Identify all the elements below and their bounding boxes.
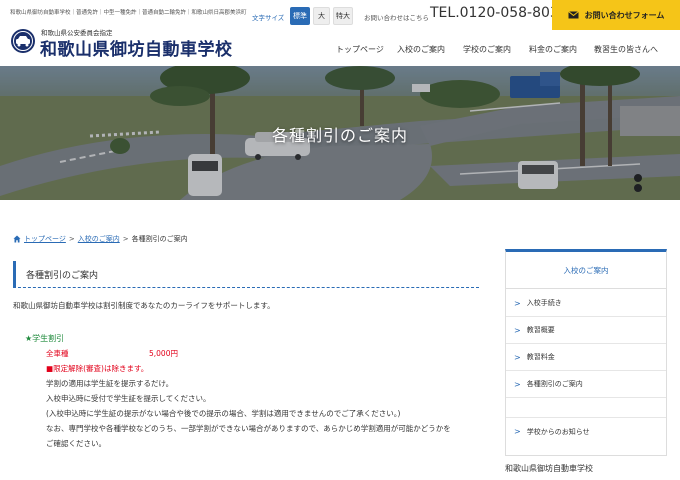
header-tagline: 和歌山県御坊自動車学校｜普通免許｜中型一種免許｜普通自動二輪免許｜和歌山県日高郡… <box>10 10 247 16</box>
sidebar-title[interactable]: 入校のご案内 <box>505 252 667 289</box>
font-size-xlarge-button[interactable]: 特大 <box>333 7 353 25</box>
discount-detail-line: ご確認ください。 <box>46 439 106 448</box>
discount-vehicle-type: 全車種 <box>46 349 69 358</box>
nav-school[interactable]: 学校のご案内 <box>463 44 511 55</box>
page-heading: 各種割引のご案内 <box>13 261 479 287</box>
nav-fee[interactable]: 料金のご案内 <box>529 44 577 55</box>
chevron-right-icon: > <box>514 427 521 436</box>
font-size-label: 文字サイズ <box>252 14 285 22</box>
logo-title[interactable]: 和歌山県御坊自動車学校 <box>40 35 233 60</box>
nav-top[interactable]: トップページ <box>336 44 384 55</box>
sidebar-item-enrollment[interactable]: > 入校手続き <box>506 290 666 317</box>
chevron-right-icon: > <box>514 352 521 362</box>
breadcrumb-admission-link[interactable]: 入校のご案内 <box>78 234 120 244</box>
discount-detail-line: 入校申込時に受付で学生証を提示してください。 <box>46 394 211 403</box>
discount-detail-line: 学割の適用は学生証を提示するだけ。 <box>46 379 174 388</box>
sidebar-item-label: 教習概要 <box>526 326 555 334</box>
heading-divider <box>13 287 479 288</box>
sidebar-item-news[interactable]: > 学校からのお知らせ <box>506 418 666 445</box>
discount-detail-line: (入校申込時に学生証の提示がない場合や後での提示の場合、学割は適用できませんので… <box>46 409 401 418</box>
sidebar-item-label: 入校手続き <box>526 299 562 307</box>
chevron-right-icon: > <box>514 298 521 308</box>
nav-admission[interactable]: 入校のご案内 <box>397 44 445 55</box>
sidebar-item-label: 各種割引のご案内 <box>526 380 583 388</box>
school-logo-icon[interactable] <box>10 28 36 54</box>
breadcrumb: トップページ > 入校のご案内 > 各種割引のご案内 <box>13 234 188 244</box>
sidebar-item-label: 教習料金 <box>526 353 555 361</box>
contact-form-label: お問い合わせフォーム <box>584 10 665 20</box>
phone-number[interactable]: TEL.0120-058-803 <box>430 5 559 21</box>
sidebar-item-course-fees[interactable]: > 教習料金 <box>506 344 666 371</box>
chevron-right-icon: > <box>514 325 521 335</box>
font-size-large-button[interactable]: 大 <box>313 7 330 25</box>
breadcrumb-home-link[interactable]: トップページ <box>24 234 66 244</box>
chevron-right-icon: > <box>514 379 521 389</box>
font-size-standard-button[interactable]: 標準 <box>290 7 310 25</box>
breadcrumb-separator: > <box>68 235 75 243</box>
student-discount-title: ★学生割引 <box>25 334 65 343</box>
breadcrumb-separator: > <box>122 235 129 243</box>
sidebar-item-discounts[interactable]: > 各種割引のご案内 <box>506 371 666 398</box>
intro-text: 和歌山県御坊自動車学校は割引制度であなたのカーライフをサポートします。 <box>13 301 275 310</box>
nav-students[interactable]: 教習生の皆さんへ <box>594 44 658 55</box>
contact-form-button[interactable]: お問い合わせフォーム <box>552 0 680 30</box>
sidebar-item-course-overview[interactable]: > 教習概要 <box>506 317 666 344</box>
breadcrumb-current: 各種割引のご案内 <box>131 235 188 243</box>
discount-exclusion: ■限定解除(審査)は除きます。 <box>46 364 149 373</box>
sidebar-spacer <box>506 398 666 418</box>
sidebar-school-name: 和歌山県御坊自動車学校 <box>505 464 593 473</box>
hero-title: 各種割引のご案内 <box>271 126 408 145</box>
home-icon <box>13 235 21 243</box>
discount-detail-line: なお、専門学校や各種学校などのうち、一部学割ができない場合がありますので、あらか… <box>46 424 451 433</box>
discount-amount: 5,000円 <box>149 349 178 358</box>
contact-note: お問い合わせはこちら <box>364 14 429 22</box>
sidebar-item-label: 学校からのお知らせ <box>526 427 590 436</box>
mail-icon <box>567 11 579 19</box>
